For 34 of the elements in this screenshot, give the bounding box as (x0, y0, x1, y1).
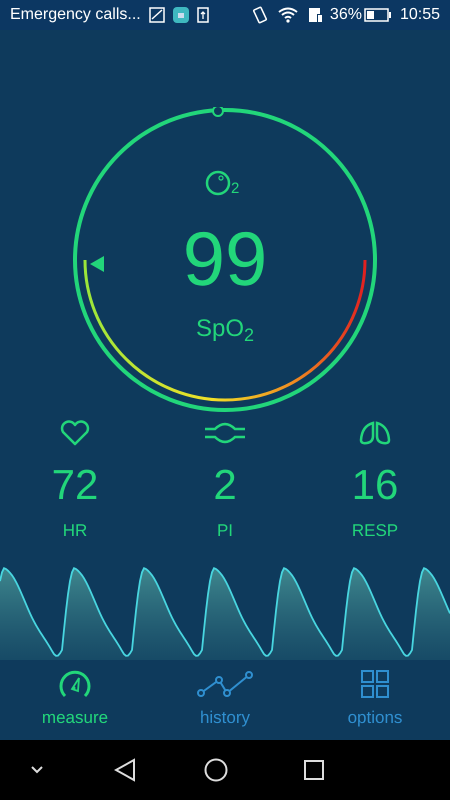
tab[interactable]: history (150, 669, 300, 731)
battery-icon (364, 8, 392, 22)
pointer-icon (90, 256, 104, 272)
home-icon[interactable] (204, 758, 228, 782)
vital-value: 16 (352, 464, 398, 506)
vital-value: 2 (213, 464, 237, 506)
image-icon (148, 7, 165, 23)
vital-label: RESP (352, 522, 398, 539)
carrier-text: Emergency calls... (10, 5, 141, 25)
battery-percent: 36% (330, 5, 362, 25)
oxygen-subscript: 2 (231, 181, 240, 196)
tab[interactable]: options (300, 669, 450, 731)
lungs-icon (359, 420, 391, 446)
wifi-icon (278, 7, 298, 23)
back-icon[interactable] (114, 758, 136, 782)
sim-icon (308, 7, 324, 23)
oxygen-icon (205, 170, 231, 196)
clock-time: 10:55 (400, 5, 440, 25)
app-icon (172, 7, 189, 23)
vital-label: PI (216, 522, 234, 539)
spo2-label: SpO$_{2}$ (196, 317, 254, 341)
vital-label: HR (62, 522, 88, 539)
heart-icon (60, 420, 90, 446)
upload-icon (196, 7, 209, 23)
chevron-down-icon[interactable] (30, 765, 44, 775)
gauge-icon (58, 669, 92, 700)
vessel-icon (204, 422, 246, 444)
vital-value: 72 (52, 464, 98, 506)
grid-icon (361, 670, 389, 698)
tab[interactable]: measure (0, 669, 150, 731)
line-chart-icon (197, 671, 253, 698)
vibrate-icon (252, 6, 268, 24)
spo2-value: 99 (182, 222, 268, 298)
recents-icon[interactable] (304, 760, 324, 780)
